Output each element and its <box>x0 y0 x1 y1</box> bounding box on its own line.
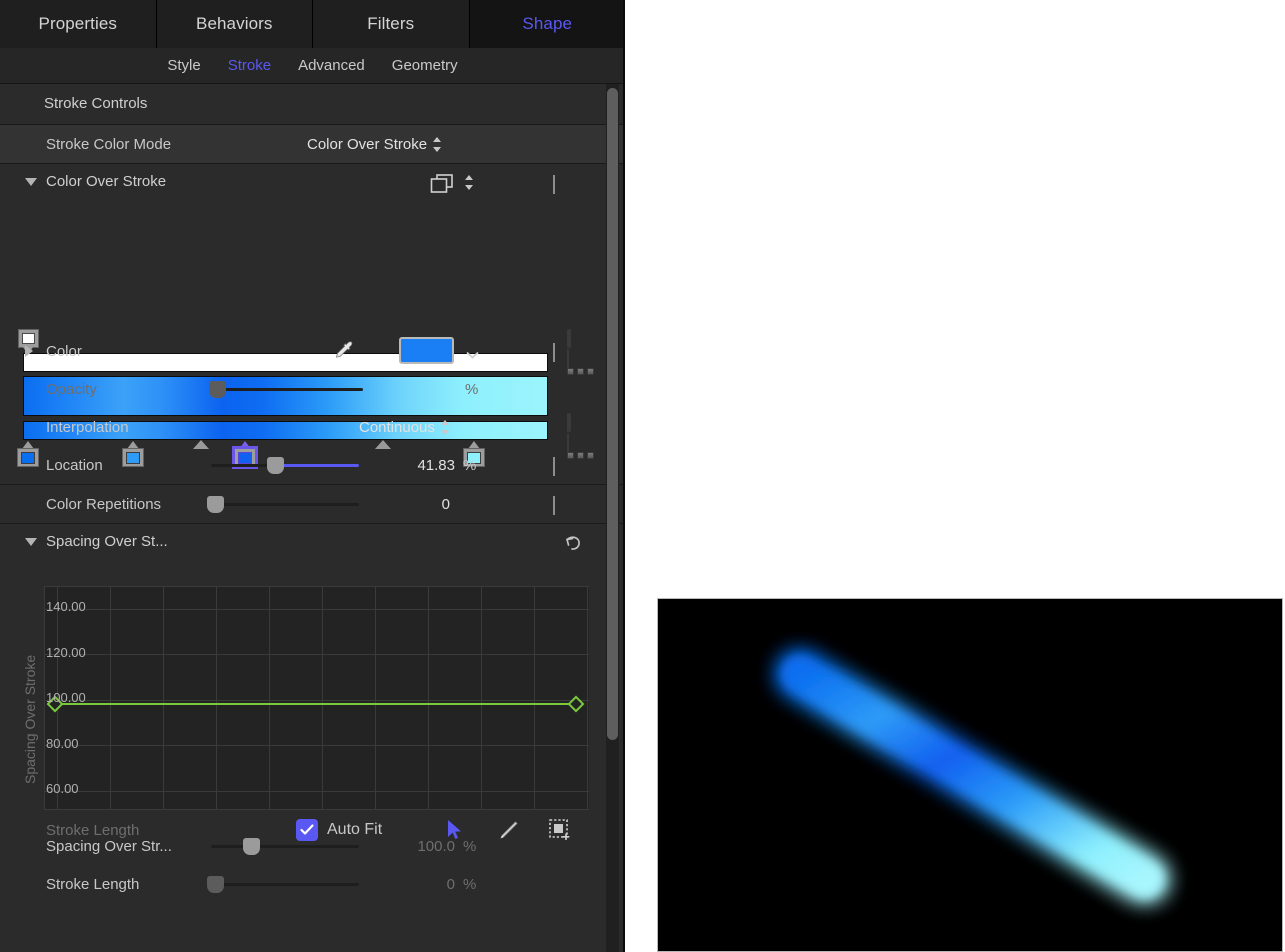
graph-ytick: 80.00 <box>46 736 79 751</box>
color-disclosure-triangle-icon[interactable] <box>25 345 33 357</box>
graph-ytick: 140.00 <box>46 599 86 614</box>
stroke-controls-header: Stroke Controls <box>0 84 625 124</box>
color-repetitions-slider-track[interactable] <box>211 503 359 506</box>
stroke-preview <box>658 599 1282 951</box>
keyframe-diamond-icon[interactable] <box>553 175 555 194</box>
spacing-over-stroke-header[interactable]: Spacing Over St... <box>0 524 625 562</box>
spacing-curve[interactable] <box>44 586 589 810</box>
opacity-slider-track <box>221 388 363 391</box>
location-row[interactable]: Location 41.83 % <box>0 446 625 484</box>
color-repetitions-label: Color Repetitions <box>46 495 162 513</box>
color-repetitions-row[interactable]: Color Repetitions 0 <box>0 485 625 523</box>
gradient-editor[interactable] <box>0 202 625 469</box>
stroke-color-mode-label: Stroke Color Mode <box>46 135 172 153</box>
spacing-over-stroke-value[interactable]: 100.0 <box>380 838 455 855</box>
stroke-length-slider-knob[interactable] <box>207 876 224 893</box>
color-over-stroke-title: Color Over Stroke <box>46 173 167 190</box>
gradient-preset-chevron-icon[interactable] <box>465 175 474 190</box>
location-value[interactable]: 41.83 <box>380 457 455 474</box>
graph-plot-area[interactable] <box>44 586 589 810</box>
opacity-label: Opacity <box>46 380 97 398</box>
subtab-geometry[interactable]: Geometry <box>392 57 458 74</box>
opacity-unit: % <box>465 381 479 398</box>
disclosure-triangle-icon[interactable] <box>25 178 37 186</box>
stroke-length-row[interactable]: Stroke Length 0 % <box>0 865 625 903</box>
subtab-style[interactable]: Style <box>167 57 200 74</box>
stroke-length-unit: % <box>463 876 477 893</box>
inspector-panel: Properties Behaviors Filters Shape Style… <box>0 0 625 952</box>
color-label: Color <box>46 342 82 360</box>
location-unit: % <box>463 457 477 474</box>
spacing-over-stroke-title: Spacing Over St... <box>46 533 168 550</box>
keyframe-diamond-icon[interactable] <box>553 496 555 515</box>
app-window: Properties Behaviors Filters Shape Style… <box>0 0 1285 952</box>
subtab-stroke[interactable]: Stroke <box>228 57 271 74</box>
graph-ytick: 120.00 <box>46 645 86 660</box>
color-repetitions-slider-knob[interactable] <box>207 496 224 513</box>
graph-y-axis-label: Spacing Over Stroke <box>22 654 38 784</box>
tab-filters[interactable]: Filters <box>313 0 470 48</box>
opacity-row: Opacity % <box>0 370 625 408</box>
interpolation-label: Interpolation <box>46 418 129 436</box>
opacity-slider-knob <box>209 381 226 398</box>
chevron-updown-icon <box>440 419 450 435</box>
graph-ytick: 100.00 <box>46 690 86 705</box>
panel-edge <box>623 0 625 952</box>
stroke-length-label: Stroke Length <box>46 875 140 893</box>
stroke-color-mode-row[interactable]: Stroke Color Mode Color Over Stroke <box>0 125 625 163</box>
spacing-graph-area[interactable]: Spacing Over Stroke 140.00 120.00 100.00… <box>0 562 625 841</box>
keyframe-diamond-icon[interactable] <box>553 457 555 476</box>
color-swatch[interactable] <box>399 337 454 364</box>
inspector-tab-bar: Properties Behaviors Filters Shape <box>0 0 625 48</box>
location-slider-fill <box>276 464 359 467</box>
tab-behaviors[interactable]: Behaviors <box>156 0 313 48</box>
stroke-color-mode-value: Color Over Stroke <box>307 135 428 153</box>
chevron-down-icon[interactable] <box>466 346 479 359</box>
stroke-color-mode-popup[interactable]: Color Over Stroke <box>307 136 442 153</box>
tab-properties[interactable]: Properties <box>0 0 157 48</box>
spacing-over-stroke-slider-knob[interactable] <box>243 838 260 855</box>
color-repetitions-value[interactable]: 0 <box>400 496 450 513</box>
keyframe-diamond-icon[interactable] <box>553 343 555 362</box>
preview-canvas[interactable] <box>657 598 1283 952</box>
interpolation-row[interactable]: Interpolation Continuous <box>0 408 625 446</box>
inspector-scroll-area[interactable]: Stroke Controls Stroke Color Mode Color … <box>0 84 625 952</box>
stroke-controls-title: Stroke Controls <box>44 95 148 112</box>
eyedropper-icon[interactable] <box>333 339 357 363</box>
color-row[interactable]: Color <box>0 332 625 370</box>
graph-ytick: 60.00 <box>46 781 79 796</box>
spacing-over-stroke-slider-track[interactable] <box>211 845 359 848</box>
interpolation-popup[interactable]: Continuous <box>359 419 450 436</box>
tab-shape[interactable]: Shape <box>469 0 625 48</box>
spacing-over-stroke-unit: % <box>463 838 477 855</box>
spacing-over-stroke-row[interactable]: Spacing Over Str... 100.0 % <box>0 827 625 865</box>
gradient-preset-icon[interactable] <box>430 174 454 199</box>
stroke-length-value[interactable]: 0 <box>395 876 455 893</box>
location-label: Location <box>46 456 103 474</box>
inspector-scrollbar-thumb[interactable] <box>607 88 618 740</box>
revert-arrow-icon[interactable] <box>563 533 583 553</box>
location-slider-knob[interactable] <box>267 457 284 474</box>
interpolation-value: Continuous <box>359 418 435 436</box>
subtab-advanced[interactable]: Advanced <box>298 57 365 74</box>
color-over-stroke-header[interactable]: Color Over Stroke <box>0 164 625 202</box>
chevron-updown-icon <box>433 136 442 152</box>
stroke-length-slider-track[interactable] <box>211 883 359 886</box>
disclosure-triangle-icon[interactable] <box>25 538 37 546</box>
shape-subtab-bar: Style Stroke Advanced Geometry <box>0 48 625 84</box>
spacing-over-stroke-label: Spacing Over Str... <box>46 837 172 855</box>
